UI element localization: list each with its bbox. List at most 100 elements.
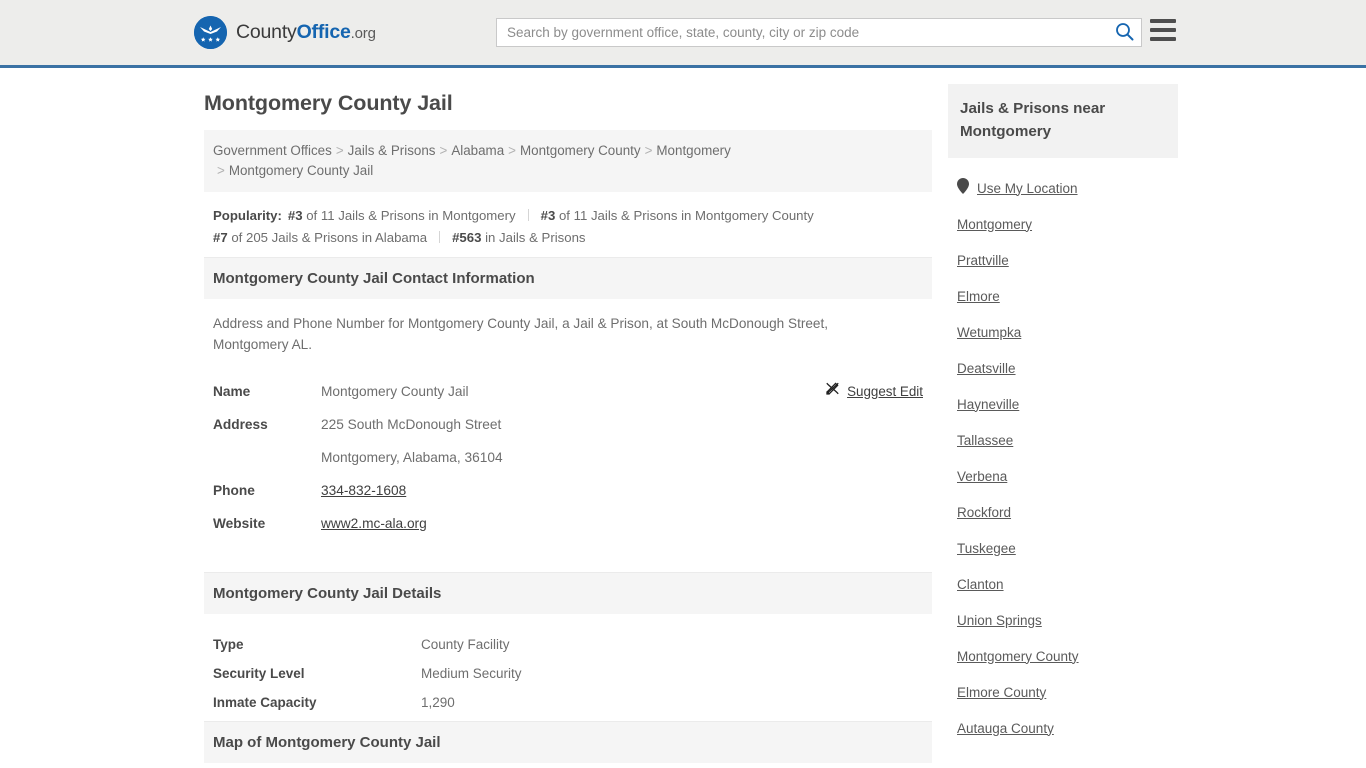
popularity-text: of 11 Jails & Prisons in Montgomery xyxy=(306,208,516,223)
details-value-security-level: Medium Security xyxy=(421,666,522,681)
sidebar-item-rockford[interactable]: Rockford xyxy=(957,494,1178,530)
edit-pencil-icon xyxy=(825,380,840,403)
sidebar-link[interactable]: Montgomery County xyxy=(957,649,1079,664)
sidebar-item-elmore[interactable]: Elmore xyxy=(957,278,1178,314)
sidebar-item-clanton[interactable]: Clanton xyxy=(957,566,1178,602)
site-logo-link[interactable]: CountyOffice.org xyxy=(194,16,376,49)
breadcrumb-separator: > xyxy=(644,143,653,158)
hamburger-bar xyxy=(1150,28,1176,32)
empty-cell xyxy=(712,408,923,441)
popularity-label: Popularity: xyxy=(213,208,282,223)
website-link[interactable]: www2.mc-ala.org xyxy=(321,516,427,531)
phone-link[interactable]: 334-832-1608 xyxy=(321,483,406,498)
details-value-type: County Facility xyxy=(421,637,510,652)
hamburger-menu-icon[interactable] xyxy=(1150,19,1176,41)
suggest-edit-link[interactable]: Suggest Edit xyxy=(825,380,923,403)
sidebar-item-verbena[interactable]: Verbena xyxy=(957,458,1178,494)
sidebar-item-autauga-county[interactable]: Autauga County xyxy=(957,710,1178,746)
sidebar-item-wetumpka[interactable]: Wetumpka xyxy=(957,314,1178,350)
sidebar-item-montgomery[interactable]: Montgomery xyxy=(957,206,1178,242)
logo-text-county: County xyxy=(236,21,297,43)
popularity-text: of 205 Jails & Prisons in Alabama xyxy=(231,230,428,245)
sidebar-link[interactable]: Rockford xyxy=(957,505,1011,520)
contact-value-address-line1: 225 South McDonough Street xyxy=(321,417,502,432)
breadcrumb-item-jails-prisons[interactable]: Jails & Prisons xyxy=(348,143,436,158)
sidebar-item-tallassee[interactable]: Tallassee xyxy=(957,422,1178,458)
sidebar-link[interactable]: Verbena xyxy=(957,469,1007,484)
breadcrumb-item-montgomery-county[interactable]: Montgomery County xyxy=(520,143,641,158)
sidebar-item-use-my-location[interactable]: Use My Location xyxy=(957,170,1178,206)
popularity-item-1: #3 of 11 Jails & Prisons in Montgomery xyxy=(288,208,516,223)
empty-cell xyxy=(712,474,923,507)
contact-intro-text: Address and Phone Number for Montgomery … xyxy=(213,316,829,352)
contact-section-body: Address and Phone Number for Montgomery … xyxy=(204,299,932,546)
sidebar-link[interactable]: Union Springs xyxy=(957,613,1042,628)
site-header: CountyOffice.org xyxy=(0,0,1366,68)
details-key-inmate-capacity: Inmate Capacity xyxy=(213,695,317,710)
breadcrumb-separator: > xyxy=(508,143,516,158)
breadcrumb-separator: > xyxy=(439,143,448,158)
suggest-edit-cell: Suggest Edit xyxy=(712,375,923,408)
table-row: Phone 334-832-1608 xyxy=(213,474,923,507)
sidebar-item-prattville[interactable]: Prattville xyxy=(957,242,1178,278)
search-button[interactable] xyxy=(1107,19,1141,46)
sidebar-link[interactable]: Clanton xyxy=(957,577,1004,592)
sidebar-link[interactable]: Wetumpka xyxy=(957,325,1021,340)
popularity-rank: #563 xyxy=(452,230,482,245)
contact-key-website: Website xyxy=(213,516,266,531)
breadcrumb-item-montgomery-county-jail[interactable]: Montgomery County Jail xyxy=(229,163,373,178)
popularity-section: Popularity: #3 of 11 Jails & Prisons in M… xyxy=(204,192,932,257)
popularity-item-4: #563 in Jails & Prisons xyxy=(452,230,585,245)
page-title: Montgomery County Jail xyxy=(204,91,453,115)
sidebar-item-montgomery-county[interactable]: Montgomery County xyxy=(957,638,1178,674)
breadcrumb-item-alabama[interactable]: Alabama xyxy=(451,143,504,158)
hamburger-bar xyxy=(1150,19,1176,23)
sidebar-link[interactable]: Hayneville xyxy=(957,397,1019,412)
contact-value-address-line2: Montgomery, Alabama, 36104 xyxy=(321,450,503,465)
main-content: Montgomery County Jail Government Office… xyxy=(204,68,932,768)
popularity-rank: #3 xyxy=(540,208,556,223)
popularity-text: of 11 Jails & Prisons in Montgomery Coun… xyxy=(558,208,814,223)
contact-table: Name Montgomery County Jail Suggest Edit… xyxy=(213,375,923,540)
empty-cell xyxy=(712,441,923,474)
sidebar-item-union-springs[interactable]: Union Springs xyxy=(957,602,1178,638)
popularity-divider xyxy=(439,231,441,243)
table-row: Address 225 South McDonough Street xyxy=(213,408,923,441)
hamburger-bar xyxy=(1150,37,1176,41)
details-section-body: Type County Facility Security Level Medi… xyxy=(204,614,932,721)
use-my-location-link[interactable]: Use My Location xyxy=(977,181,1078,196)
suggest-edit-label: Suggest Edit xyxy=(847,384,923,399)
popularity-item-2: #3 of 11 Jails & Prisons in Montgomery C… xyxy=(541,208,814,223)
table-row: Security Level Medium Security xyxy=(213,659,923,688)
breadcrumb: Government Offices > Jails & Prisons > Alaba… xyxy=(204,130,932,192)
contact-key-name: Name xyxy=(213,384,251,399)
sidebar-link[interactable]: Deatsville xyxy=(957,361,1016,376)
table-row: Name Montgomery County Jail Suggest Edit xyxy=(213,375,923,408)
sidebar-link[interactable]: Prattville xyxy=(957,253,1009,268)
details-value-inmate-capacity: 1,290 xyxy=(421,695,455,710)
sidebar-item-deatsville[interactable]: Deatsville xyxy=(957,350,1178,386)
location-pin-icon xyxy=(957,177,969,199)
table-row: Type County Facility xyxy=(213,630,923,659)
contact-value-website-cell: www2.mc-ala.org xyxy=(321,507,712,540)
sidebar-link[interactable]: Elmore County xyxy=(957,685,1046,700)
sidebar: Jails & Prisons near Montgomery Use My L… xyxy=(948,68,1178,768)
sidebar-link[interactable]: Montgomery xyxy=(957,217,1032,232)
popularity-divider xyxy=(527,209,529,221)
sidebar-list: Use My Location Montgomery Prattville El… xyxy=(948,158,1178,746)
popularity-rank: #3 xyxy=(287,208,303,223)
search-input[interactable] xyxy=(497,19,1107,46)
site-logo-text: CountyOffice.org xyxy=(236,21,376,44)
sidebar-link[interactable]: Tuskegee xyxy=(957,541,1016,556)
sidebar-heading: Jails & Prisons near Montgomery xyxy=(948,84,1178,158)
sidebar-link[interactable]: Tallassee xyxy=(957,433,1013,448)
contact-value-name: Montgomery County Jail xyxy=(321,384,469,399)
sidebar-item-hayneville[interactable]: Hayneville xyxy=(957,386,1178,422)
sidebar-link[interactable]: Elmore xyxy=(957,289,1000,304)
sidebar-link[interactable]: Autauga County xyxy=(957,721,1054,736)
contact-key-blank xyxy=(213,441,321,474)
sidebar-item-elmore-county[interactable]: Elmore County xyxy=(957,674,1178,710)
breadcrumb-item-government-offices[interactable]: Government Offices xyxy=(213,143,332,158)
breadcrumb-item-montgomery[interactable]: Montgomery xyxy=(656,143,730,158)
sidebar-item-tuskegee[interactable]: Tuskegee xyxy=(957,530,1178,566)
